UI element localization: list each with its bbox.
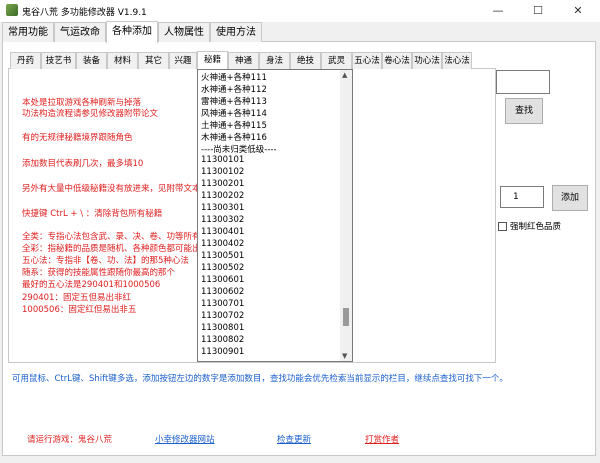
subtab-divine-powers[interactable]: 神通 bbox=[228, 52, 259, 69]
scroll-up-arrow-icon[interactable]: ▲ bbox=[342, 71, 347, 79]
scroll-thumb[interactable] bbox=[343, 308, 349, 326]
note-text: 快捷键 CtrL + \ ：清除背包所有秘籍 bbox=[22, 209, 163, 219]
list-item[interactable]: 11300601 bbox=[201, 275, 244, 285]
list-item[interactable]: 11300502 bbox=[201, 263, 244, 273]
usage-hint: 可用鼠标、CtrL键、Shift键多选，添加按钮左边的数字是添加数目，查找功能会… bbox=[12, 374, 508, 384]
subtab-five-heart[interactable]: 五心法 bbox=[352, 52, 382, 69]
list-item[interactable]: 木神通+各种116 bbox=[201, 131, 267, 143]
note-text: 五心法：专指非【卷、功、法】的那5种心法 bbox=[22, 256, 189, 266]
list-item[interactable]: 11300101 bbox=[201, 155, 244, 165]
subtab-skill-books[interactable]: 技艺书 bbox=[41, 52, 76, 69]
note-text: 290401：固定五但易出非红 bbox=[22, 293, 131, 303]
list-item[interactable]: 11300901 bbox=[201, 347, 244, 357]
window-title: 鬼谷八荒 多功能修改器 V1.9.1 bbox=[22, 8, 147, 18]
note-text: 添加数目代表刷几次，最多填10 bbox=[22, 159, 144, 169]
scroll-down-arrow-icon[interactable]: ▼ bbox=[342, 352, 347, 360]
note-text: 随系：获得的技能属性跟随你最高的那个 bbox=[22, 268, 176, 278]
tab-add-items[interactable]: 各种添加 bbox=[106, 21, 158, 43]
list-item[interactable]: 火神通+各种111 bbox=[201, 71, 267, 83]
quantity-input[interactable]: 1 bbox=[500, 186, 544, 208]
game-status-text: 请运行游戏：鬼谷八荒 bbox=[27, 435, 113, 445]
tab-attributes[interactable]: 人物属性 bbox=[158, 22, 210, 42]
note-text: 有的无规律秘籍境界跟随角色 bbox=[22, 133, 133, 143]
list-item[interactable]: 11300102 bbox=[201, 167, 244, 177]
list-item[interactable]: 11300401 bbox=[201, 227, 244, 237]
list-item[interactable]: 11300202 bbox=[201, 191, 244, 201]
list-item[interactable]: 11300602 bbox=[201, 287, 244, 297]
subtab-method-heart[interactable]: 法心法 bbox=[442, 52, 472, 69]
note-text: 另外有大量中低级秘籍没有放进来，见附带文本 bbox=[22, 184, 201, 194]
title-bar: 鬼谷八荒 多功能修改器 V1.9.1 — ☐ ✕ bbox=[0, 0, 600, 22]
manual-listbox[interactable]: 火神通+各种111 水神通+各种112 雷神通+各种113 风神通+各种114 … bbox=[197, 69, 353, 362]
tab-usage[interactable]: 使用方法 bbox=[210, 22, 262, 42]
subtab-materials[interactable]: 材料 bbox=[107, 52, 138, 69]
list-item[interactable]: ----尚未归类低级---- bbox=[201, 143, 277, 155]
subtab-interests[interactable]: 兴趣 bbox=[169, 52, 197, 69]
list-item[interactable]: 11300801 bbox=[201, 323, 244, 333]
force-red-checkbox[interactable] bbox=[498, 222, 507, 231]
donate-link[interactable]: 打赏作者 bbox=[365, 433, 399, 445]
list-item[interactable]: 雷神通+各种113 bbox=[201, 95, 267, 107]
subtab-scroll-heart[interactable]: 卷心法 bbox=[382, 52, 412, 69]
list-item[interactable]: 风神通+各种114 bbox=[201, 107, 267, 119]
list-scrollbar[interactable]: ▲ ▼ bbox=[340, 70, 352, 361]
check-update-link[interactable]: 检查更新 bbox=[277, 433, 311, 445]
list-item[interactable]: 11300301 bbox=[201, 203, 244, 213]
force-red-label: 强制红色品质 bbox=[510, 222, 562, 232]
list-item[interactable]: 11300402 bbox=[201, 239, 244, 249]
tab-fortune[interactable]: 气运改命 bbox=[54, 22, 106, 42]
list-item[interactable]: 11300702 bbox=[201, 311, 244, 321]
subtab-martial-spirit[interactable]: 武灵 bbox=[321, 52, 352, 69]
subtab-ultimate[interactable]: 绝技 bbox=[290, 52, 321, 69]
search-button[interactable]: 查找 bbox=[505, 98, 543, 124]
list-item[interactable]: 11300201 bbox=[201, 179, 244, 189]
note-text: 最好的五心法是290401和1000506 bbox=[22, 280, 161, 290]
maximize-button[interactable]: ☐ bbox=[518, 0, 558, 22]
tab-common[interactable]: 常用功能 bbox=[2, 22, 54, 42]
subtab-art-heart[interactable]: 功心法 bbox=[412, 52, 442, 69]
minimize-button[interactable]: — bbox=[478, 0, 518, 22]
list-item[interactable]: 11300501 bbox=[201, 251, 244, 261]
list-item[interactable]: 11300701 bbox=[201, 299, 244, 309]
list-item[interactable]: 水神通+各种112 bbox=[201, 83, 267, 95]
search-input[interactable] bbox=[496, 70, 550, 94]
note-text: 全类：专指心法包含武、录、决、卷、功等所有 bbox=[22, 232, 201, 242]
add-button[interactable]: 添加 bbox=[552, 185, 588, 211]
list-item[interactable]: 11300302 bbox=[201, 215, 244, 225]
list-item[interactable]: 土神通+各种115 bbox=[201, 119, 267, 131]
close-button[interactable]: ✕ bbox=[558, 0, 598, 22]
subtab-manuals[interactable]: 秘籍 bbox=[197, 51, 228, 70]
app-icon bbox=[6, 4, 18, 16]
note-text: 1000506：固定红但易出非五 bbox=[22, 305, 137, 315]
list-item[interactable]: 11300802 bbox=[201, 335, 244, 345]
subtab-equipment[interactable]: 装备 bbox=[76, 52, 107, 69]
note-text: 全彩：指秘籍的品质是随机、各种颜色都可能出 bbox=[22, 244, 201, 254]
subtab-other[interactable]: 其它 bbox=[138, 52, 169, 69]
site-link[interactable]: 小幸修改器网站 bbox=[155, 433, 215, 445]
subtab-movement[interactable]: 身法 bbox=[259, 52, 290, 69]
note-text: 功法构造流程请参见修改器附带论文 bbox=[22, 109, 159, 119]
subtab-pills[interactable]: 丹药 bbox=[10, 52, 41, 69]
